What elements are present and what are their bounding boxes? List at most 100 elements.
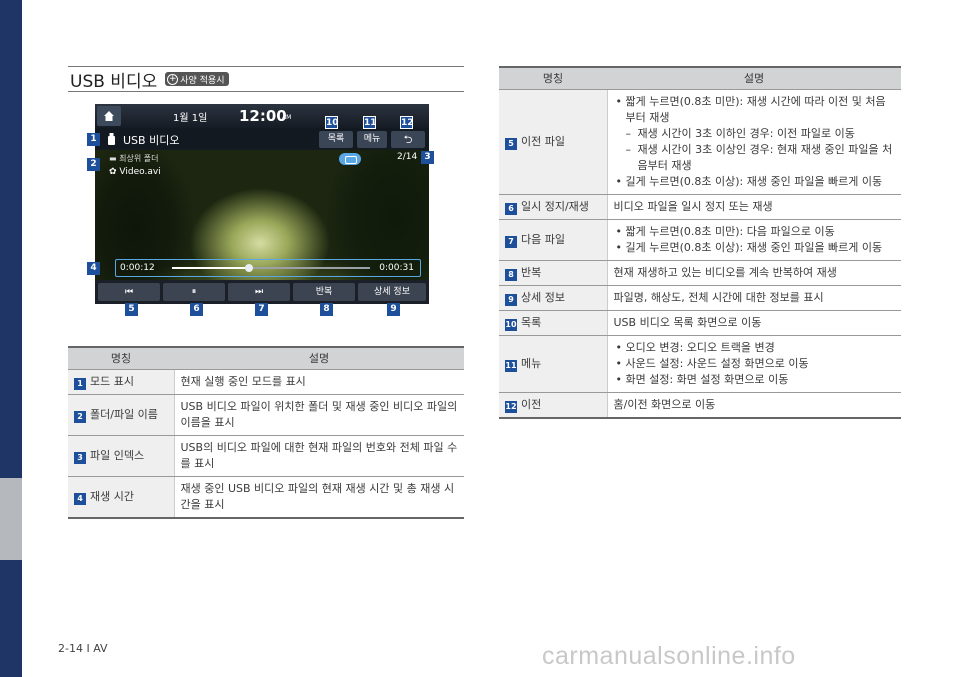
dash-item: 재생 시간이 3초 이하인 경우: 이전 파일로 이동	[614, 126, 896, 142]
column-header-name: 명칭	[499, 66, 607, 90]
spec-badge-label: 사양 적용시	[180, 75, 225, 86]
row-name-text: 상세 정보	[521, 290, 565, 304]
callout-5: 5	[125, 303, 138, 316]
repeat-button[interactable]: 반복	[293, 283, 355, 301]
callout-2: 2	[87, 158, 100, 171]
bullet-item: 짧게 누르면(0.8초 미만): 다음 파일으로 이동	[614, 224, 896, 240]
row-description: 비디오 파일을 일시 정지 또는 재생	[607, 194, 901, 220]
row-description: 현재 실행 중인 모드를 표시	[174, 369, 464, 395]
bullet-item: 짧게 누르면(0.8초 미만): 재생 시간에 따라 이전 및 처음부터 재생	[614, 94, 896, 126]
row-description: 오디오 변경: 오디오 트랙을 변경 사운드 설정: 사운드 설정 화면으로 이…	[607, 335, 901, 393]
table-row: 4 재생 시간 재생 중인 USB 비디오 파일의 현재 재생 시간 및 총 재생…	[68, 476, 464, 519]
table-row: 1 모드 표시 현재 실행 중인 모드를 표시	[68, 369, 464, 395]
dash-item: 재생 시간이 3초 이상인 경우: 현재 재생 중인 파일을 처음부터 재생	[614, 142, 896, 174]
home-icon	[104, 111, 114, 121]
row-name: 10 목록	[499, 310, 608, 336]
row-name: 9 상세 정보	[499, 285, 608, 311]
row-description: USB의 비디오 파일에 대한 현재 파일의 번호와 전체 파일 수를 표시	[174, 435, 464, 477]
repeat-indicator-icon	[339, 153, 361, 165]
row-name: 1 모드 표시	[68, 369, 175, 395]
back-button[interactable]: ⮌	[391, 131, 425, 148]
row-name: 4 재생 시간	[68, 476, 175, 519]
row-name: 7 다음 파일	[499, 219, 608, 261]
right-description-table: 명칭 설명 5 이전 파일 짧게 누르면(0.8초 미만): 재생 시간에 따라 …	[499, 66, 901, 419]
home-button[interactable]	[97, 106, 121, 126]
total-time: 0:00:31	[379, 263, 414, 273]
row-description: USB 비디오 목록 화면으로 이동	[607, 310, 901, 336]
row-number: 3	[74, 451, 86, 464]
menu-button[interactable]: 메뉴	[357, 131, 387, 148]
table-header-row: 명칭 설명	[68, 346, 464, 370]
list-button[interactable]: 목록	[319, 131, 353, 148]
table-row: 12 이전 홈/이전 화면으로 이동	[499, 392, 901, 419]
table-row: 10 목록 USB 비디오 목록 화면으로 이동	[499, 310, 901, 336]
row-number: 7	[505, 235, 517, 248]
row-description: USB 비디오 파일이 위치한 폴더 및 재생 중인 비디오 파일의 이름을 표…	[174, 394, 464, 436]
row-name-text: 이전	[521, 397, 542, 411]
row-name: 6 일시 정지/재생	[499, 194, 608, 220]
row-number: 2	[74, 410, 86, 423]
ampm-display: AM	[282, 114, 292, 121]
mode-display: USB 비디오	[123, 134, 180, 147]
plus-icon: +	[167, 73, 179, 85]
table-header-row: 명칭 설명	[499, 66, 901, 90]
row-description: 현재 재생하고 있는 비디오를 계속 반복하여 재생	[607, 260, 901, 286]
callout-1: 1	[87, 133, 100, 146]
file-name-text: Video.avi	[119, 167, 161, 177]
row-description: 파일명, 해상도, 전체 시간에 대한 정보를 표시	[607, 285, 901, 311]
row-name-text: 다음 파일	[521, 232, 565, 246]
detail-info-button[interactable]: 상세 정보	[358, 283, 426, 301]
row-number: 6	[505, 202, 517, 215]
callout-3: 3	[421, 151, 434, 164]
row-number: 12	[505, 400, 517, 413]
row-description: 짧게 누르면(0.8초 미만): 재생 시간에 따라 이전 및 처음부터 재생 …	[607, 89, 901, 195]
section-title-text: USB 비디오	[70, 71, 158, 92]
row-description: 짧게 누르면(0.8초 미만): 다음 파일으로 이동 길게 누르면(0.8초 …	[607, 219, 901, 261]
callout-11: 11	[363, 116, 377, 129]
bullet-list: 오디오 변경: 오디오 트랙을 변경 사운드 설정: 사운드 설정 화면으로 이…	[614, 340, 896, 388]
row-number: 4	[74, 492, 86, 505]
table-row: 8 반복 현재 재생하고 있는 비디오를 계속 반복하여 재생	[499, 260, 901, 286]
row-name-text: 목록	[521, 315, 542, 329]
row-name-text: 파일 인덱스	[90, 448, 145, 462]
row-name: 2 폴더/파일 이름	[68, 394, 175, 436]
row-name-text: 폴더/파일 이름	[90, 407, 158, 421]
column-header-description: 설명	[607, 66, 901, 90]
bullet-item: 화면 설정: 화면 설정 화면으로 이동	[614, 372, 896, 388]
previous-file-button[interactable]: ⏮	[98, 283, 160, 301]
table-row: 5 이전 파일 짧게 누르면(0.8초 미만): 재생 시간에 따라 이전 및 처…	[499, 89, 901, 195]
row-description: 홈/이전 화면으로 이동	[607, 392, 901, 419]
seek-track[interactable]	[172, 264, 370, 272]
row-name: 12 이전	[499, 392, 608, 419]
row-number: 10	[505, 318, 517, 331]
callout-4: 4	[87, 262, 100, 275]
row-name: 3 파일 인덱스	[68, 435, 175, 477]
folder-name-text: 최상위 폴더	[119, 154, 159, 163]
table-row: 2 폴더/파일 이름 USB 비디오 파일이 위치한 폴더 및 재생 중인 비디오…	[68, 394, 464, 436]
row-name-text: 반복	[521, 265, 542, 279]
pause-button[interactable]: ⏸	[163, 283, 225, 301]
callout-7: 7	[255, 303, 268, 316]
next-file-button[interactable]: ⏭	[228, 283, 290, 301]
date-display: 1월 1일	[173, 113, 208, 124]
usb-icon	[108, 133, 115, 145]
section-title: USB 비디오 + 사양 적용시	[68, 66, 464, 92]
row-number: 11	[505, 359, 517, 372]
bullet-item: 길게 누르면(0.8초 이상): 재생 중인 파일을 빠르게 이동	[614, 240, 896, 256]
edge-strip	[0, 0, 22, 677]
dash-list: 재생 시간이 3초 이하인 경우: 이전 파일로 이동 재생 시간이 3초 이상…	[614, 126, 896, 174]
file-name: ✿ Video.avi	[109, 167, 161, 177]
playback-time-bar: 0:00:12 0:00:31	[115, 259, 421, 277]
bullet-list: 짧게 누르면(0.8초 미만): 다음 파일으로 이동 길게 누르면(0.8초 …	[614, 224, 896, 256]
table-row: 9 상세 정보 파일명, 해상도, 전체 시간에 대한 정보를 표시	[499, 285, 901, 311]
seek-handle[interactable]	[245, 264, 254, 272]
row-name-text: 재생 시간	[90, 489, 134, 503]
usb-video-screen: 1월 1일 12:00 AM USB 비디오 목록 메뉴 ⮌ ▬ 최상위 폴더 …	[95, 104, 429, 304]
current-time: 0:00:12	[120, 263, 155, 273]
bullet-item: 사운드 설정: 사운드 설정 화면으로 이동	[614, 356, 896, 372]
row-name: 11 메뉴	[499, 335, 608, 393]
row-name-text: 메뉴	[521, 356, 542, 370]
table-row: 3 파일 인덱스 USB의 비디오 파일에 대한 현재 파일의 번호와 전체 파일…	[68, 435, 464, 477]
bullet-list: 길게 누르면(0.8초 이상): 재생 중인 파일을 빠르게 이동	[614, 174, 896, 190]
column-header-description: 설명	[174, 346, 464, 370]
